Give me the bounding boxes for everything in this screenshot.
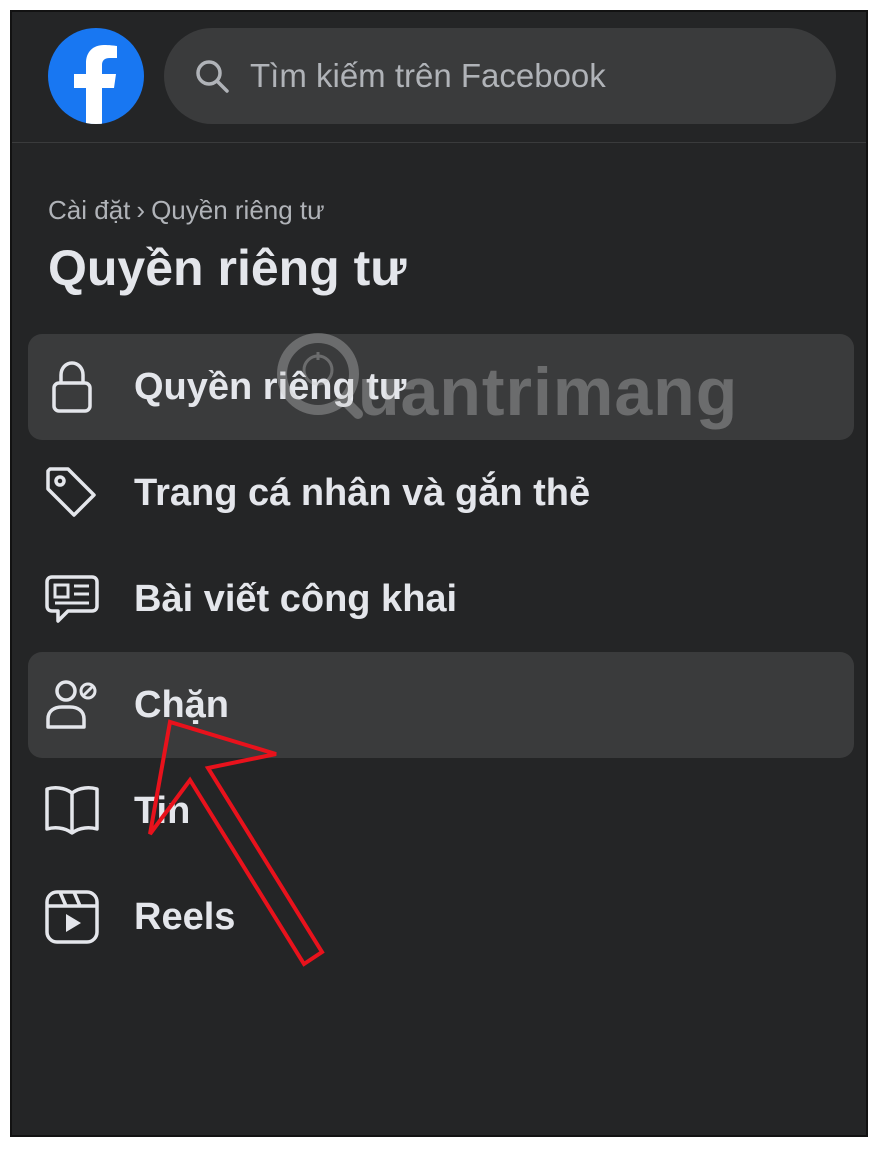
settings-panel: Tìm kiếm trên Facebook Cài đặt › Quyền riê… <box>10 10 868 1137</box>
breadcrumb-current: Quyền riêng tư <box>151 195 325 225</box>
menu-item-public-posts[interactable]: Bài viết công khai <box>28 546 854 652</box>
menu-item-label: Trang cá nhân và gắn thẻ <box>134 472 591 514</box>
book-icon <box>45 786 99 835</box>
menu-item-label: Reels <box>134 896 236 938</box>
menu-item-label: Tin <box>134 790 191 832</box>
reels-icon <box>45 890 99 944</box>
menu-item-label: Chặn <box>134 684 229 726</box>
search-bar[interactable]: Tìm kiếm trên Facebook <box>164 28 836 124</box>
facebook-logo-icon[interactable] <box>48 28 144 124</box>
block-user-icon <box>46 680 97 729</box>
menu-item-profile-tagging[interactable]: Trang cá nhân và gắn thẻ <box>28 440 854 546</box>
breadcrumb-settings-link[interactable]: Cài đặt <box>48 195 130 225</box>
top-bar: Tìm kiếm trên Facebook <box>12 12 866 143</box>
menu-item-label: Quyền riêng tư <box>134 366 407 408</box>
breadcrumb-separator: › <box>136 195 146 225</box>
tag-icon <box>46 467 96 517</box>
public-posts-icon <box>45 575 99 623</box>
menu-item-reels[interactable]: Reels <box>28 864 854 970</box>
lock-icon <box>52 361 92 413</box>
breadcrumb: Cài đặt › Quyền riêng tư <box>48 192 325 228</box>
search-input[interactable]: Tìm kiếm trên Facebook <box>250 56 606 96</box>
menu-item-privacy[interactable]: Quyền riêng tư <box>28 334 854 440</box>
menu-item-stories[interactable]: Tin <box>28 758 854 864</box>
page-title: Quyền riêng tư <box>48 240 407 296</box>
privacy-menu: Quyền riêng tư Trang cá nhân và gắn thẻ … <box>28 334 854 970</box>
menu-item-blocking[interactable]: Chặn <box>28 652 854 758</box>
menu-item-label: Bài viết công khai <box>134 578 458 620</box>
search-icon <box>196 60 229 93</box>
